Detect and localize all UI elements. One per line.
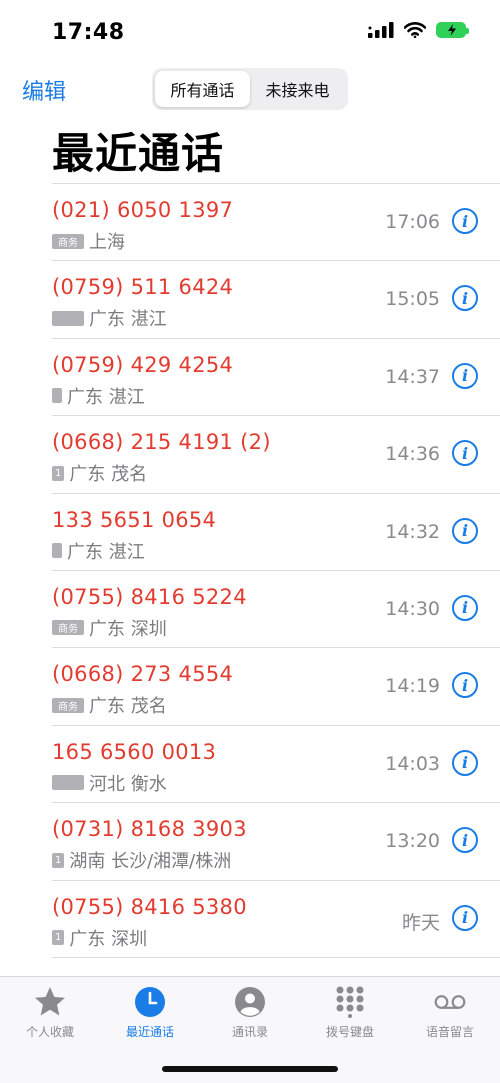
call-row[interactable]: (0731) 8168 3903 1 湖南 长沙/湘潭/株洲 13:20 i	[52, 802, 500, 879]
call-type-badge: 商务	[52, 620, 84, 636]
home-indicator	[162, 1066, 338, 1072]
list-divider	[52, 956, 500, 978]
call-number: (0668) 273 4554	[52, 662, 234, 687]
sim-card-icon	[52, 388, 62, 404]
sim-card-icon	[52, 543, 62, 559]
signal-icon	[368, 22, 394, 38]
call-time: 13:20	[385, 830, 440, 853]
call-time: 14:03	[385, 752, 440, 775]
tab-voicemail[interactable]: 语音留言	[400, 977, 500, 1083]
call-subtitle: 广东 湛江	[52, 538, 145, 564]
call-row[interactable]: (0755) 8416 5380 1 广东 深圳 昨天 i	[52, 879, 500, 957]
info-icon[interactable]: i	[452, 285, 478, 312]
call-subtitle: 广东 湛江	[52, 305, 167, 331]
tab-label: 通讯录	[231, 1025, 268, 1039]
edit-button[interactable]: 编辑	[22, 74, 66, 106]
call-number: (0755) 8416 5224	[52, 584, 247, 609]
call-subtitle: 1 广东 茂名	[52, 460, 147, 486]
tab-label: 个人收藏	[25, 1025, 74, 1039]
call-number: (0755) 8416 5380	[52, 894, 247, 919]
call-time: 14:32	[385, 520, 440, 543]
sim-card-icon	[52, 310, 84, 326]
call-subtitle: 1 湖南 长沙/湘潭/株洲	[52, 847, 231, 873]
call-time: 17:06	[385, 211, 440, 233]
call-filter-segmented-control: 所有通话 未接来电	[152, 68, 348, 110]
segment-all-calls[interactable]: 所有通话	[155, 71, 250, 107]
call-number: 133 5651 0654	[52, 507, 217, 532]
tab-label: 语音留言	[425, 1025, 474, 1039]
call-location: 上海	[89, 232, 125, 253]
info-icon[interactable]: i	[452, 749, 478, 776]
wifi-icon	[404, 22, 426, 38]
battery-charging-icon	[436, 22, 469, 38]
call-location: 广东 湛江	[89, 309, 167, 331]
call-time: 14:37	[385, 365, 440, 388]
call-row[interactable]: (0668) 273 4554 商务 广东 茂名 14:19 i	[52, 647, 500, 724]
call-location: 广东 茂名	[69, 464, 148, 486]
contact-icon	[233, 985, 267, 1019]
call-row[interactable]: (0759) 511 6424 广东 湛江 15:05 i	[52, 260, 500, 337]
call-number: (0759) 511 6424	[52, 275, 234, 300]
call-number: (0759) 429 4254	[52, 352, 234, 377]
call-type-badge: 商务	[52, 697, 84, 713]
page-title: 最近通话	[52, 129, 225, 178]
info-icon[interactable]: i	[452, 362, 478, 389]
clock-icon	[133, 985, 167, 1019]
segment-missed-calls[interactable]: 未接来电	[250, 71, 345, 107]
call-subtitle: 广东 湛江	[52, 383, 145, 409]
call-location: 广东 深圳	[89, 618, 167, 640]
call-time: 14:36	[385, 443, 440, 466]
info-icon[interactable]: i	[452, 517, 478, 544]
navigation-bar: 编辑 所有通话 未接来电	[0, 62, 500, 114]
sim-card-icon	[52, 775, 84, 791]
call-row[interactable]: 133 5651 0654 广东 湛江 14:32 i	[52, 492, 500, 570]
info-icon[interactable]: i	[452, 440, 478, 467]
sim-card-badge: 1	[52, 465, 65, 481]
status-icons	[368, 22, 469, 38]
info-icon[interactable]: i	[452, 208, 478, 234]
call-subtitle: 商务 上海	[52, 228, 125, 254]
info-icon[interactable]: i	[452, 827, 478, 854]
call-location: 湖南 长沙/湘潭/株洲	[69, 851, 232, 873]
call-subtitle: 河北 衡水	[52, 770, 167, 796]
call-location: 广东 茂名	[89, 696, 167, 718]
call-row[interactable]: 165 6560 0013 河北 衡水 14:03 i	[52, 724, 500, 802]
call-time: 14:30	[385, 597, 440, 620]
tab-favorites[interactable]: 个人收藏	[0, 977, 100, 1083]
call-location: 河北 衡水	[89, 773, 167, 795]
call-row[interactable]: (0759) 429 4254 广东 湛江 14:37 i	[52, 337, 500, 415]
status-time: 17:48	[52, 20, 125, 45]
call-time: 昨天	[401, 911, 440, 934]
call-time: 14:19	[385, 675, 440, 698]
info-icon[interactable]: i	[452, 904, 478, 931]
tab-label: 最近通话	[125, 1025, 174, 1039]
call-subtitle: 商务 广东 深圳	[52, 615, 167, 641]
call-type-badge: 商务	[52, 233, 84, 249]
sim-card-badge: 1	[52, 852, 65, 868]
sim-card-badge: 1	[52, 930, 65, 946]
star-icon	[33, 985, 67, 1019]
call-row[interactable]: (0668) 215 4191 (2) 1 广东 茂名 14:36 i	[52, 415, 500, 492]
call-number: (0668) 215 4191 (2)	[52, 430, 271, 455]
call-number: 165 6560 0013	[52, 739, 217, 764]
keypad-icon	[333, 985, 367, 1019]
call-time: 15:05	[385, 288, 440, 311]
call-row[interactable]: (021) 6050 1397 商务 上海 17:06 i	[52, 183, 500, 260]
status-bar: 17:48	[0, 0, 500, 62]
info-icon[interactable]: i	[452, 672, 478, 699]
voicemail-icon	[433, 985, 467, 1019]
recent-calls-list: (021) 6050 1397 商务 上海 17:06 i (0759) 511…	[52, 183, 500, 978]
call-subtitle: 商务 广东 茂名	[52, 692, 167, 718]
call-number: (021) 6050 1397	[52, 198, 234, 222]
call-subtitle: 1 广东 深圳	[52, 925, 147, 951]
call-location: 广东 湛江	[67, 541, 145, 563]
call-location: 广东 湛江	[67, 386, 145, 408]
call-row[interactable]: (0755) 8416 5224 商务 广东 深圳 14:30 i	[52, 569, 500, 647]
call-number: (0731) 8168 3903	[52, 817, 247, 842]
info-icon[interactable]: i	[452, 594, 478, 621]
tab-label: 拨号键盘	[325, 1025, 374, 1039]
call-location: 广东 深圳	[69, 928, 148, 950]
